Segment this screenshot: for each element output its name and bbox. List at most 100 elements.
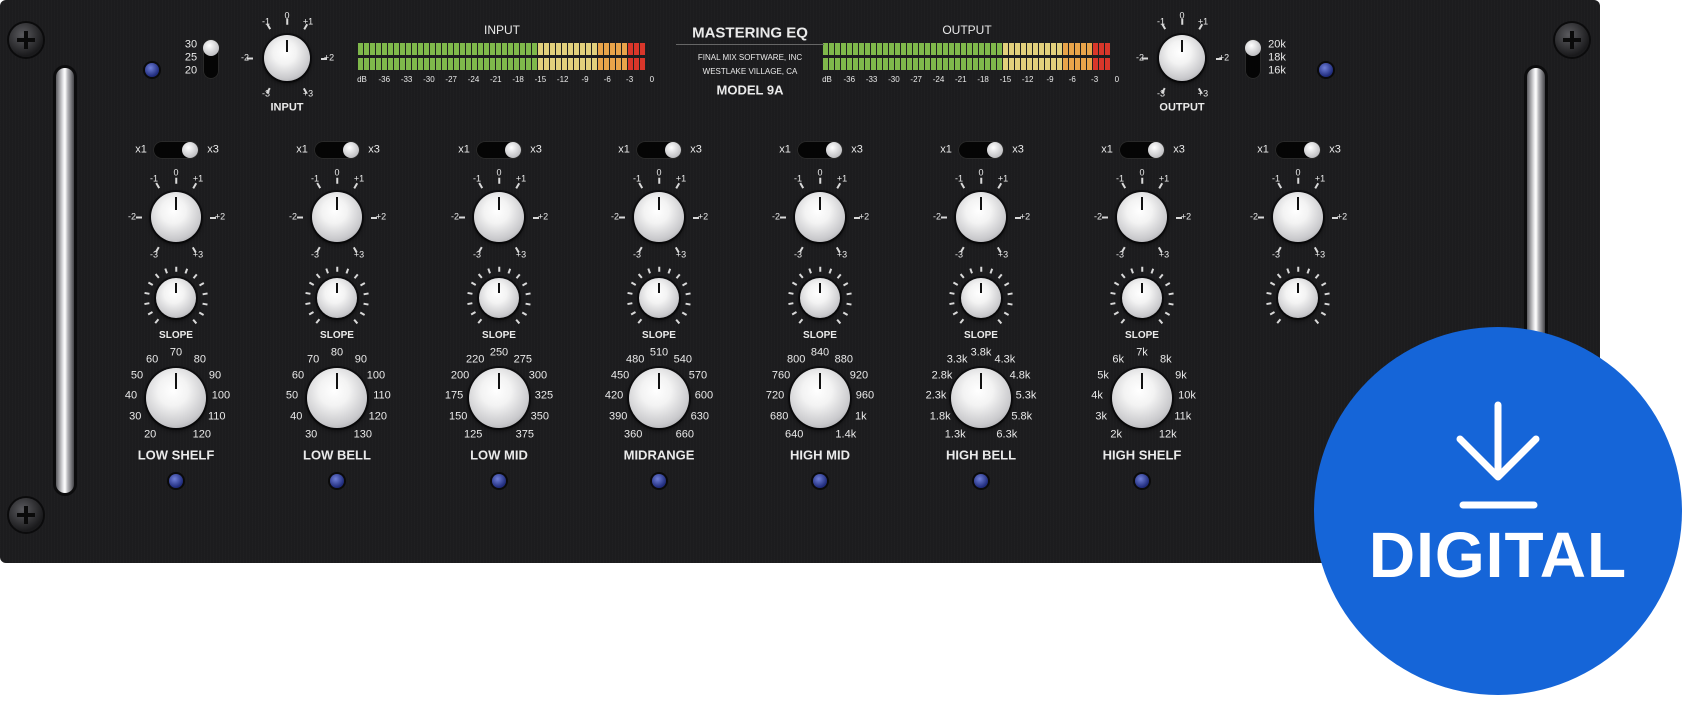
low-mid-multiplier-toggle[interactable] <box>476 141 522 159</box>
band-8-slope-tick <box>1324 292 1330 295</box>
low-shelf-gain-scale-label: +2 <box>214 211 226 222</box>
high-bell-slope-knob[interactable] <box>961 278 1001 318</box>
high-mid-frequency-knob[interactable] <box>790 368 850 428</box>
meter-segment <box>640 43 645 55</box>
low-bell-gain-knob[interactable] <box>312 192 362 242</box>
meter-segment <box>634 43 639 55</box>
low-bell-slope-knob[interactable] <box>317 278 357 318</box>
low-shelf-slope-tick <box>154 318 160 324</box>
low-shelf-frequency-label: 40 <box>124 389 138 402</box>
output-meter-scale-label: -6 <box>1068 75 1076 84</box>
low-bell-band-label: LOW BELL <box>303 447 371 463</box>
high-mid-gain-knob[interactable] <box>795 192 845 242</box>
meter-segment <box>388 58 393 70</box>
high-bell-slope-tick <box>997 318 1003 324</box>
meter-segment <box>991 43 996 55</box>
band-8-gain-knob[interactable] <box>1273 192 1323 242</box>
input-meter-scale-label: -24 <box>467 75 480 84</box>
low-shelf-slope-knob[interactable] <box>156 278 196 318</box>
high-shelf-slope-tick <box>1158 318 1164 324</box>
low-bell-frequency-label: 40 <box>290 410 303 423</box>
high-shelf-frequency-knob[interactable] <box>1112 368 1172 428</box>
high-mid-gain-scale-label: +2 <box>858 211 870 222</box>
midrange-frequency-label: 570 <box>688 369 708 381</box>
meter-segment <box>1009 58 1014 70</box>
meter-segment <box>937 58 942 70</box>
low-mid-frequency-label: 325 <box>534 389 554 402</box>
low-shelf-frequency-label: 100 <box>211 389 231 402</box>
high-mid-slope-label: SLOPE <box>803 330 837 341</box>
high-mid-bypass-led[interactable] <box>813 474 827 488</box>
meter-segment <box>859 43 864 55</box>
meter-segment <box>925 58 930 70</box>
meter-segment <box>901 43 906 55</box>
midrange-frequency-label: 480 <box>625 353 645 366</box>
low-bell-bypass-led[interactable] <box>330 474 344 488</box>
meter-segment <box>1081 58 1086 70</box>
high-bell-slope-tick <box>952 311 958 316</box>
high-mid-gain-scale-label: -2 <box>771 211 781 222</box>
high-shelf-gain-scale-label: -2 <box>1093 211 1103 222</box>
meter-segment <box>979 43 984 55</box>
low-mid-frequency-knob[interactable] <box>469 368 529 428</box>
high-mid-multiplier-toggle[interactable] <box>797 141 843 159</box>
low-shelf-multiplier-toggle[interactable] <box>153 141 199 159</box>
input-gain-knob[interactable] <box>264 35 310 81</box>
high-shelf-bypass-led[interactable] <box>1135 474 1149 488</box>
high-mid-slope-knob[interactable] <box>800 278 840 318</box>
low-mid-slope-label: SLOPE <box>482 330 516 341</box>
band-8-slope-knob[interactable] <box>1278 278 1318 318</box>
high-mid-gain-scale-tick <box>836 182 841 189</box>
low-mid-bypass-led[interactable] <box>492 474 506 488</box>
band-8-multiplier-toggle[interactable] <box>1275 141 1321 159</box>
meter-segment <box>496 58 501 70</box>
low-bell-gain-scale-tick <box>336 177 338 184</box>
high-bell-frequency-label: 5.3k <box>1015 389 1037 402</box>
meter-segment <box>586 58 591 70</box>
highpass-option-25: 25 <box>184 51 198 64</box>
output-gain-knob[interactable] <box>1159 35 1205 81</box>
low-mid-gain-knob[interactable] <box>474 192 524 242</box>
meter-segment <box>1081 43 1086 55</box>
midrange-frequency-knob[interactable] <box>629 368 689 428</box>
meter-segment <box>490 58 495 70</box>
high-bell-frequency-knob[interactable] <box>951 368 1011 428</box>
high-mid-slope-tick <box>791 311 797 316</box>
midrange-x3-label: x3 <box>690 143 702 156</box>
meter-segment <box>610 58 615 70</box>
low-mid-gain-scale-label: -2 <box>450 211 460 222</box>
midrange-slope-tick <box>658 266 660 272</box>
low-mid-slope-knob[interactable] <box>479 278 519 318</box>
midrange-slope-knob[interactable] <box>639 278 679 318</box>
lowpass-led[interactable] <box>1319 63 1333 77</box>
low-bell-multiplier-toggle[interactable] <box>314 141 360 159</box>
high-shelf-gain-knob[interactable] <box>1117 192 1167 242</box>
midrange-multiplier-toggle[interactable] <box>636 141 682 159</box>
high-bell-gain-knob[interactable] <box>956 192 1006 242</box>
high-shelf-gain-scale-label: +2 <box>1180 211 1192 222</box>
output-meter <box>823 43 1110 71</box>
highpass-led[interactable] <box>145 63 159 77</box>
high-bell-multiplier-toggle[interactable] <box>958 141 1004 159</box>
high-bell-bypass-led[interactable] <box>974 474 988 488</box>
high-mid-frequency-label: 1.4k <box>835 428 857 441</box>
midrange-bypass-led[interactable] <box>652 474 666 488</box>
midrange-frequency-label: 450 <box>610 369 630 381</box>
low-shelf-gain-knob[interactable] <box>151 192 201 242</box>
output-meter-scale-label: -12 <box>1021 75 1034 84</box>
high-shelf-slope-knob[interactable] <box>1122 278 1162 318</box>
midrange-gain-scale-tick <box>693 217 699 219</box>
highpass-toggle[interactable] <box>203 39 219 79</box>
high-mid-gain-scale-tick <box>799 182 804 189</box>
low-shelf-bypass-led[interactable] <box>169 474 183 488</box>
high-shelf-multiplier-toggle[interactable] <box>1119 141 1165 159</box>
low-bell-frequency-knob[interactable] <box>307 368 367 428</box>
high-mid-frequency-label: 1k <box>854 410 867 423</box>
lowpass-toggle[interactable] <box>1245 39 1261 79</box>
input-meter-title: INPUT <box>484 23 520 37</box>
midrange-gain-knob[interactable] <box>634 192 684 242</box>
low-shelf-frequency-knob[interactable] <box>146 368 206 428</box>
meter-segment <box>556 43 561 55</box>
band-8-slope-tick <box>1314 318 1320 324</box>
meter-segment <box>424 43 429 55</box>
